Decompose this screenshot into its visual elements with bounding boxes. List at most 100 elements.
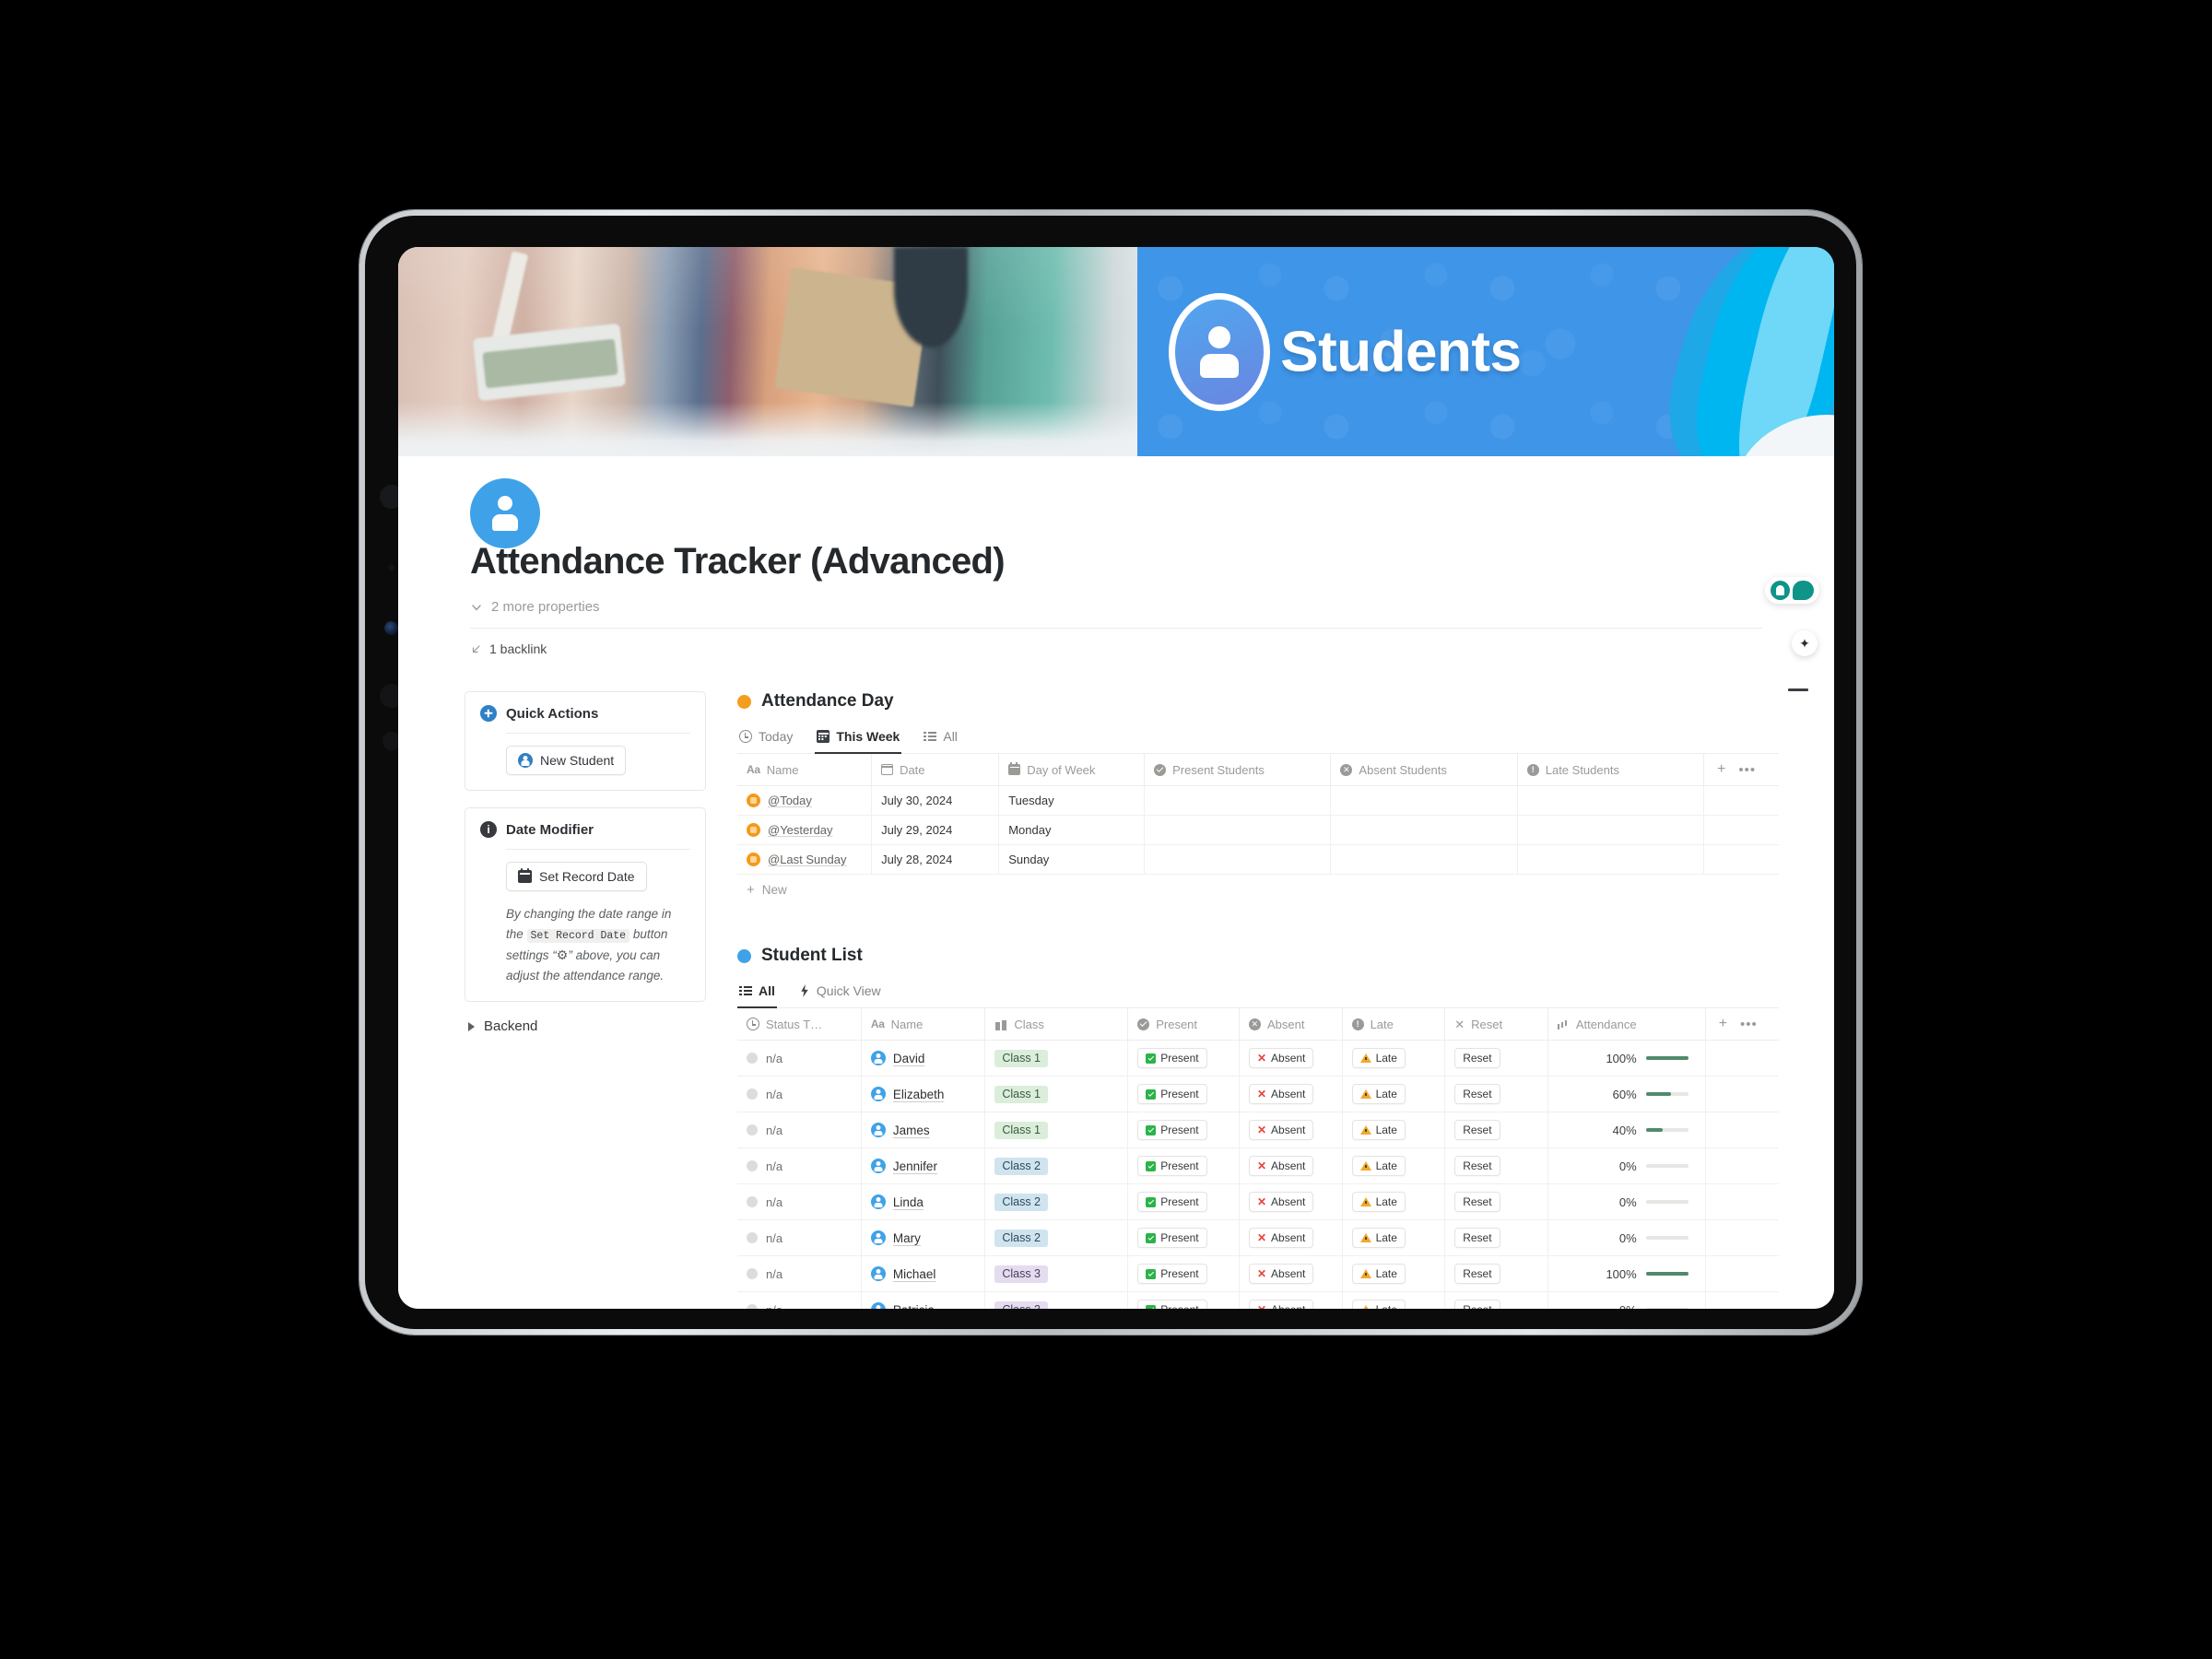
- cell-late-students[interactable]: [1517, 815, 1705, 845]
- reset-button[interactable]: Reset: [1454, 1084, 1500, 1104]
- page-avatar-icon[interactable]: [470, 478, 540, 548]
- table-row[interactable]: n/a Patricia Class 3 Present ✕ Absent Late Rese…: [737, 1291, 1779, 1309]
- absent-button[interactable]: ✕ Absent: [1248, 1120, 1314, 1140]
- present-button[interactable]: Present: [1137, 1120, 1207, 1140]
- tab-this-week[interactable]: This Week: [815, 724, 902, 754]
- table-row[interactable]: n/a Michael Class 3 Present ✕ Absent Late Reset…: [737, 1255, 1779, 1292]
- cell-attendance[interactable]: 100%: [1547, 1255, 1706, 1292]
- cell-present-students[interactable]: [1144, 815, 1332, 845]
- tab-quick-view[interactable]: Quick View: [797, 978, 883, 1008]
- late-button[interactable]: Late: [1351, 1192, 1406, 1212]
- cell-attendance[interactable]: 0%: [1547, 1219, 1706, 1256]
- col-absent-students[interactable]: ✕ Absent Students: [1330, 754, 1518, 786]
- late-button[interactable]: Late: [1351, 1048, 1406, 1068]
- cell-late[interactable]: Late: [1342, 1219, 1446, 1256]
- cell-present-students[interactable]: [1144, 785, 1332, 816]
- add-column-icon[interactable]: +: [1717, 762, 1725, 777]
- cell-status[interactable]: n/a: [737, 1219, 862, 1256]
- col-attendance[interactable]: Attendance: [1547, 1008, 1706, 1041]
- tab-all[interactable]: All: [922, 724, 959, 754]
- table-row[interactable]: n/a Mary Class 2 Present ✕ Absent Late Reset 0%: [737, 1219, 1779, 1256]
- cell-class[interactable]: Class 2: [984, 1183, 1129, 1220]
- collapse-minus-icon[interactable]: [1788, 688, 1808, 691]
- late-button[interactable]: Late: [1351, 1120, 1406, 1140]
- present-button[interactable]: Present: [1137, 1228, 1207, 1248]
- cell-name[interactable]: Patricia: [861, 1291, 986, 1309]
- cell-name[interactable]: David: [861, 1040, 986, 1077]
- cell-reset[interactable]: Reset: [1444, 1291, 1548, 1309]
- table-row[interactable]: @Yesterday July 29, 2024 Monday: [737, 815, 1779, 845]
- col-present-students[interactable]: Present Students: [1144, 754, 1332, 786]
- cell-attendance[interactable]: 0%: [1547, 1147, 1706, 1184]
- cell-absent[interactable]: ✕ Absent: [1239, 1112, 1343, 1148]
- cell-present[interactable]: Present: [1127, 1255, 1240, 1292]
- cell-class[interactable]: Class 1: [984, 1040, 1129, 1077]
- page-cover[interactable]: Students: [398, 247, 1834, 456]
- cell-name[interactable]: Jennifer: [861, 1147, 986, 1184]
- cell-date[interactable]: July 30, 2024: [871, 785, 1000, 816]
- reset-button[interactable]: Reset: [1454, 1192, 1500, 1212]
- present-button[interactable]: Present: [1137, 1084, 1207, 1104]
- add-column-icon[interactable]: +: [1719, 1017, 1727, 1031]
- lightbulb-icon[interactable]: [1771, 581, 1790, 600]
- reset-button[interactable]: Reset: [1454, 1156, 1500, 1176]
- late-button[interactable]: Late: [1351, 1264, 1406, 1284]
- present-button[interactable]: Present: [1137, 1192, 1207, 1212]
- present-button[interactable]: Present: [1137, 1048, 1207, 1068]
- cell-status[interactable]: n/a: [737, 1076, 862, 1112]
- cell-late[interactable]: Late: [1342, 1255, 1446, 1292]
- col-reset[interactable]: ✕ Reset: [1444, 1008, 1548, 1041]
- reset-button[interactable]: Reset: [1454, 1120, 1500, 1140]
- cell-present[interactable]: Present: [1127, 1147, 1240, 1184]
- reset-button[interactable]: Reset: [1454, 1264, 1500, 1284]
- cell-reset[interactable]: Reset: [1444, 1112, 1548, 1148]
- cell-name[interactable]: James: [861, 1112, 986, 1148]
- cell-reset[interactable]: Reset: [1444, 1147, 1548, 1184]
- cell-status[interactable]: n/a: [737, 1147, 862, 1184]
- cell-late-students[interactable]: [1517, 785, 1705, 816]
- cell-status[interactable]: n/a: [737, 1112, 862, 1148]
- late-button[interactable]: Late: [1351, 1084, 1406, 1104]
- cell-absent[interactable]: ✕ Absent: [1239, 1147, 1343, 1184]
- cell-absent[interactable]: ✕ Absent: [1239, 1183, 1343, 1220]
- absent-button[interactable]: ✕ Absent: [1248, 1228, 1314, 1248]
- new-row-button[interactable]: + New: [737, 875, 1779, 905]
- cell-present[interactable]: Present: [1127, 1183, 1240, 1220]
- cell-late[interactable]: Late: [1342, 1183, 1446, 1220]
- cell-present[interactable]: Present: [1127, 1076, 1240, 1112]
- col-status-time[interactable]: Status T…: [737, 1008, 862, 1041]
- cell-late-students[interactable]: [1517, 844, 1705, 875]
- cell-present-students[interactable]: [1144, 844, 1332, 875]
- late-button[interactable]: Late: [1351, 1156, 1406, 1176]
- cell-reset[interactable]: Reset: [1444, 1219, 1548, 1256]
- cell-reset[interactable]: Reset: [1444, 1040, 1548, 1077]
- more-properties-toggle[interactable]: 2 more properties: [470, 599, 1834, 615]
- cell-class[interactable]: Class 1: [984, 1076, 1129, 1112]
- reset-button[interactable]: Reset: [1454, 1228, 1500, 1248]
- cell-class[interactable]: Class 3: [984, 1291, 1129, 1309]
- help-widget[interactable]: [1765, 577, 1819, 604]
- cell-day-of-week[interactable]: Monday: [998, 815, 1146, 845]
- cell-reset[interactable]: Reset: [1444, 1255, 1548, 1292]
- cell-attendance[interactable]: 0%: [1547, 1183, 1706, 1220]
- col-class[interactable]: Class: [984, 1008, 1129, 1041]
- table-row[interactable]: n/a Elizabeth Class 1 Present ✕ Absent Late Res…: [737, 1076, 1779, 1112]
- tab-student-all[interactable]: All: [737, 978, 777, 1008]
- cell-status[interactable]: n/a: [737, 1183, 862, 1220]
- absent-button[interactable]: ✕ Absent: [1248, 1192, 1314, 1212]
- cell-attendance[interactable]: 40%: [1547, 1112, 1706, 1148]
- table-row[interactable]: n/a Jennifer Class 2 Present ✕ Absent Late Rese…: [737, 1147, 1779, 1184]
- cell-attendance[interactable]: 0%: [1547, 1291, 1706, 1309]
- set-record-date-button[interactable]: Set Record Date: [506, 862, 647, 891]
- cell-absent[interactable]: ✕ Absent: [1239, 1291, 1343, 1309]
- col-student-name[interactable]: Aa Name: [861, 1008, 986, 1041]
- cell-present[interactable]: Present: [1127, 1040, 1240, 1077]
- absent-button[interactable]: ✕ Absent: [1248, 1084, 1314, 1104]
- cell-present[interactable]: Present: [1127, 1291, 1240, 1309]
- col-name[interactable]: Aa Name: [737, 754, 873, 786]
- cell-reset[interactable]: Reset: [1444, 1183, 1548, 1220]
- backend-toggle[interactable]: Backend: [465, 1018, 706, 1034]
- cell-name[interactable]: @Last Sunday: [737, 844, 873, 875]
- cell-present[interactable]: Present: [1127, 1219, 1240, 1256]
- absent-button[interactable]: ✕ Absent: [1248, 1264, 1314, 1284]
